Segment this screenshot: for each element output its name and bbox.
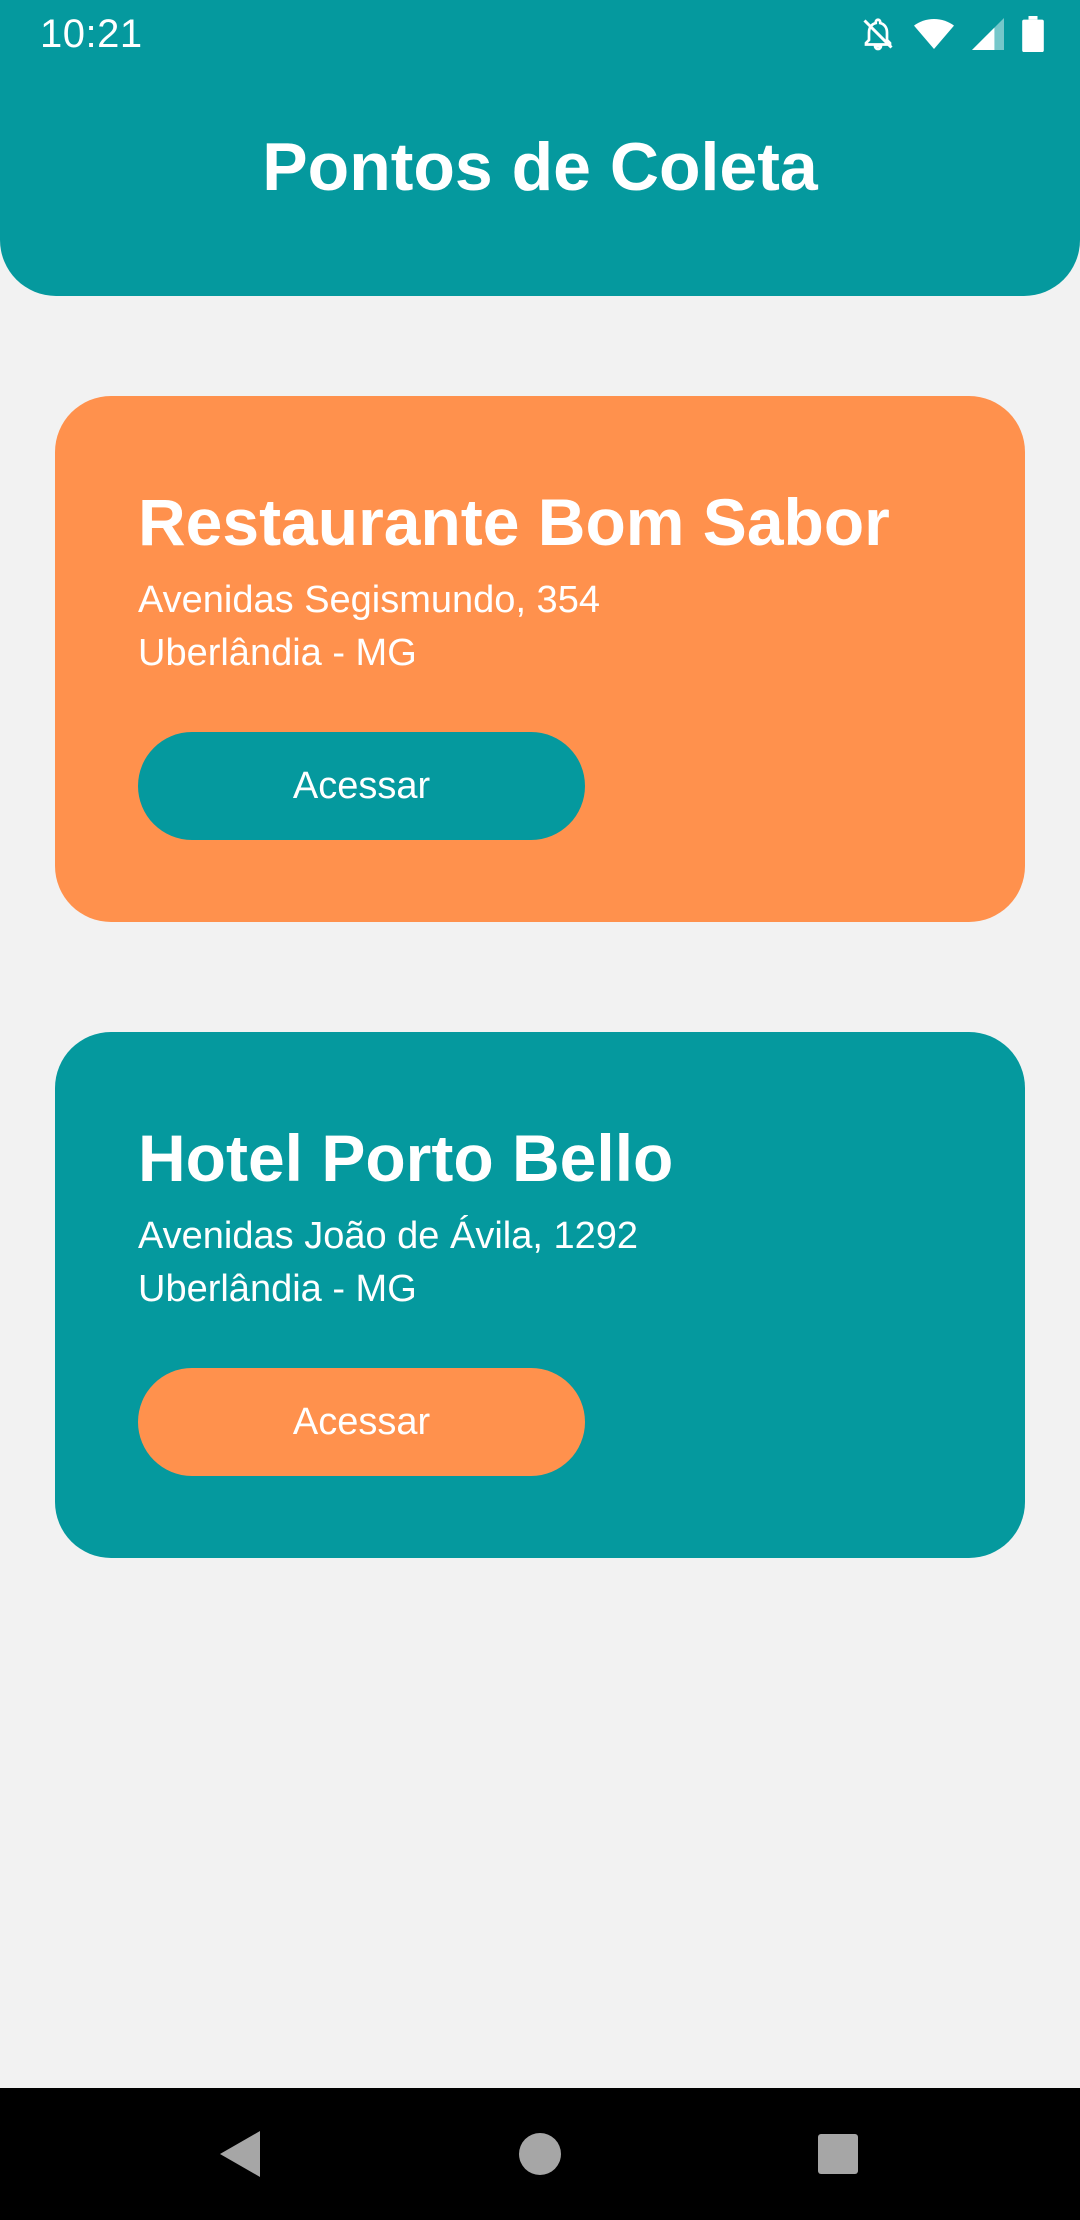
collection-point-card: Hotel Porto Bello Avenidas João de Ávila… — [55, 1032, 1025, 1558]
collection-point-name: Hotel Porto Bello — [138, 1121, 674, 1195]
wifi-icon — [914, 18, 954, 50]
collection-point-address: Avenidas João de Ávila, 1292 Uberlândia … — [138, 1210, 638, 1316]
access-button[interactable]: Acessar — [138, 1368, 585, 1476]
notifications-off-icon — [860, 15, 896, 53]
collection-point-name: Restaurante Bom Sabor — [138, 485, 890, 559]
home-icon[interactable] — [474, 2088, 606, 2220]
collection-point-card: Restaurante Bom Sabor Avenidas Segismund… — [55, 396, 1025, 922]
collection-point-address: Avenidas Segismundo, 354 Uberlândia - MG — [138, 574, 600, 680]
address-street: Avenidas João de Ávila, 1292 — [138, 1215, 638, 1257]
app-header: 10:21 Pontos de Coleta — [0, 0, 1080, 296]
address-city: Uberlândia - MG — [138, 632, 417, 674]
address-street: Avenidas Segismundo, 354 — [138, 579, 600, 621]
status-bar: 10:21 — [0, 0, 1080, 68]
system-navigation-bar — [0, 2088, 1080, 2220]
battery-icon — [1022, 16, 1044, 52]
status-time: 10:21 — [40, 12, 143, 56]
back-icon[interactable] — [174, 2088, 306, 2220]
address-city: Uberlândia - MG — [138, 1268, 417, 1310]
cellular-signal-icon — [972, 18, 1004, 50]
status-icons — [860, 14, 1044, 54]
page-title: Pontos de Coleta — [262, 129, 818, 205]
recents-icon[interactable] — [772, 2088, 904, 2220]
access-button[interactable]: Acessar — [138, 732, 585, 840]
